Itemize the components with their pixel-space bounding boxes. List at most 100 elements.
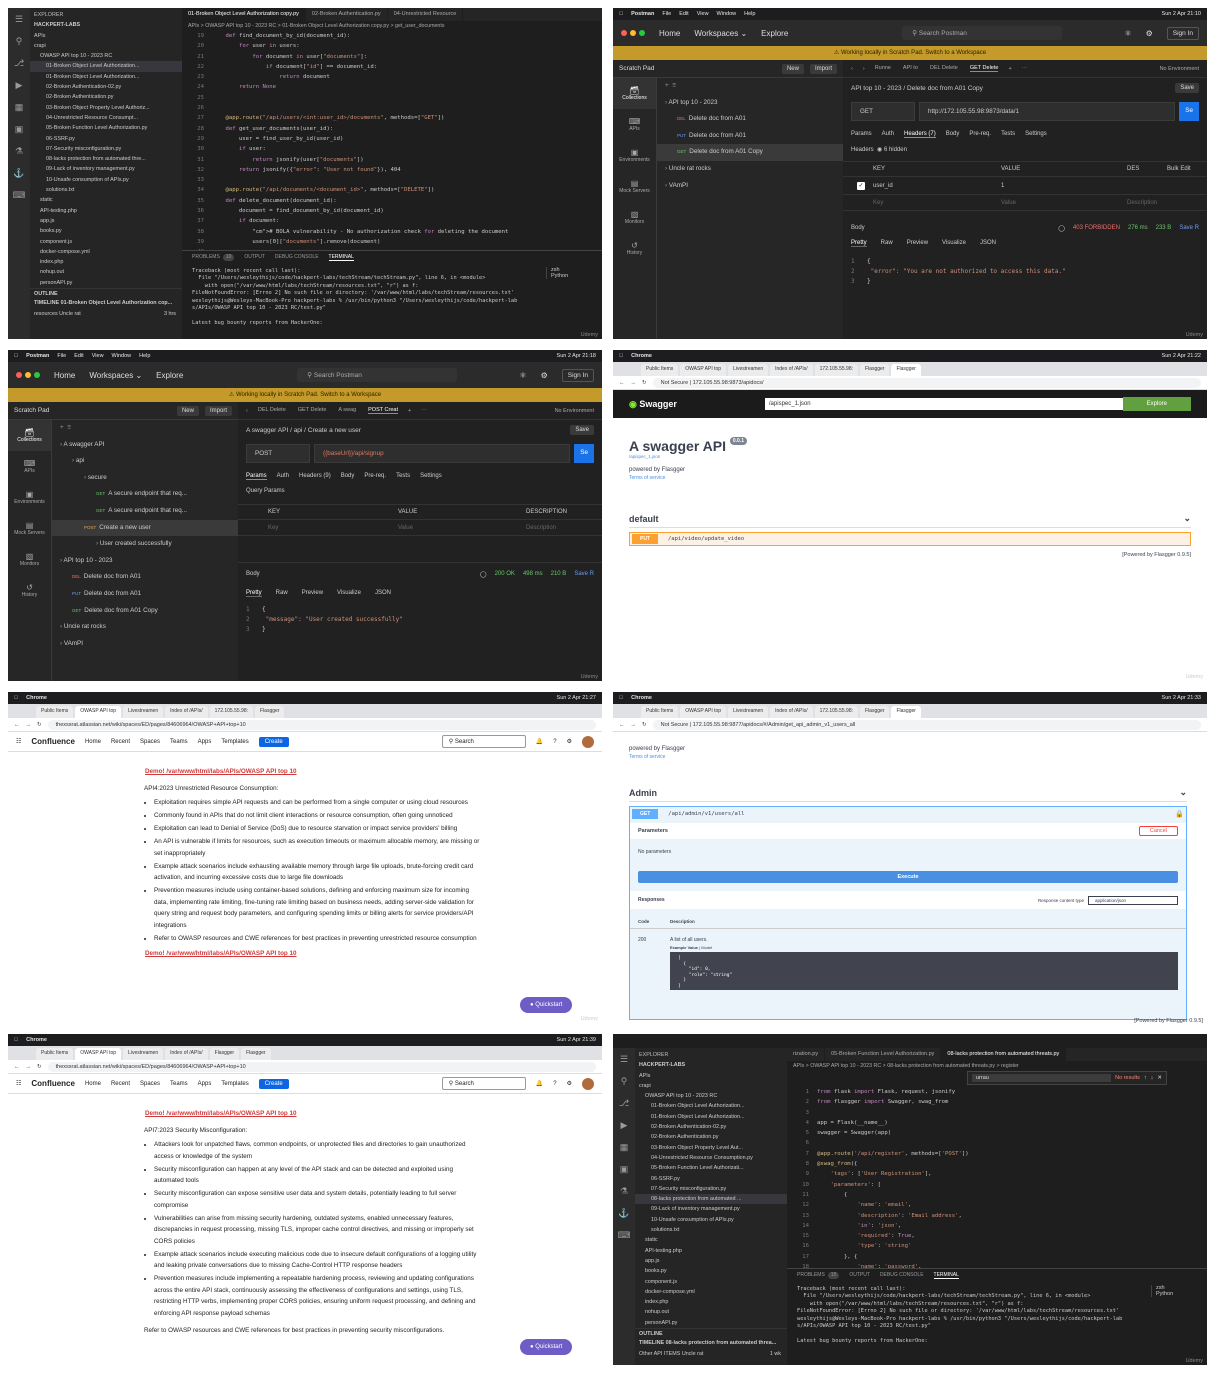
method-select[interactable]: GET: [851, 102, 915, 121]
run-icon[interactable]: ▶: [8, 74, 30, 96]
nav-templates[interactable]: Templates: [221, 739, 248, 745]
editor-tab[interactable]: 05-Broken Function Level Authorization.p…: [825, 1048, 942, 1061]
search-postman[interactable]: ⚲ Search Postman: [902, 26, 1063, 40]
more-icon[interactable]: ⋯: [421, 408, 427, 414]
save-response-button[interactable]: Save R: [574, 571, 594, 578]
app-menu[interactable]: Postman: [26, 353, 49, 359]
window-controls[interactable]: [16, 372, 40, 378]
workspace-banner[interactable]: ⚠ Working locally in Scratch Pad. Switch…: [613, 46, 1207, 60]
files-icon[interactable]: ☰: [8, 8, 30, 30]
code-line[interactable]: 24 return None: [182, 82, 602, 92]
tab-pretty[interactable]: Pretty: [851, 240, 867, 247]
code-line[interactable]: 8 @swag_from({: [787, 1159, 1207, 1169]
timeline-section[interactable]: TIMELINE 01-Broken Object Level Authoriz…: [30, 298, 182, 308]
browser-tab[interactable]: 172.105.55.98:: [209, 706, 254, 718]
code-line[interactable]: 7 @app.route('/api/register', methods=['P…: [787, 1149, 1207, 1159]
tree-item[interactable]: docker-compose.yml: [30, 247, 182, 257]
workspace-banner[interactable]: ⚠ Working locally in Scratch Pad. Switch…: [8, 388, 602, 402]
tree-item[interactable]: 06-SSRF.py: [635, 1174, 787, 1184]
browser-tab[interactable]: Index of /APIs/: [770, 706, 813, 718]
browser-tab[interactable]: Public Items: [641, 706, 679, 718]
tree-item[interactable]: 08-lacks protection from automated ...: [635, 1194, 787, 1205]
tree-item[interactable]: GET A secure endpoint that req...: [52, 503, 238, 520]
forward-icon[interactable]: →: [26, 1064, 32, 1070]
tree-item[interactable]: 02-Broken Authentication.py: [635, 1132, 787, 1142]
code-line[interactable]: 12 'name': 'email',: [787, 1200, 1207, 1210]
tab-del-delete[interactable]: DEL Delete: [258, 407, 286, 414]
code-line[interactable]: 9 'tags': ['User Registration'],: [787, 1169, 1207, 1179]
tree-item[interactable]: 09-Lack of inventory management.py: [635, 1204, 787, 1214]
tree-item[interactable]: 03-Broken Object Property Level Aut...: [635, 1143, 787, 1153]
panel-tab[interactable]: PROBLEMS: [797, 1272, 825, 1279]
tab-params[interactable]: Params: [246, 473, 267, 480]
terms-link[interactable]: Terms of service: [629, 475, 747, 481]
tree-item[interactable]: 02-Broken Authentication-02.py: [635, 1122, 787, 1132]
tab-get-delete[interactable]: GET Delete: [298, 407, 327, 414]
app-menu[interactable]: Chrome: [631, 353, 652, 359]
rail-environments[interactable]: ▣ Environments: [8, 482, 51, 513]
forward-icon[interactable]: →: [26, 722, 32, 728]
menu-file[interactable]: File: [662, 11, 671, 17]
remote-icon[interactable]: ▣: [613, 1158, 635, 1180]
url-field[interactable]: thexssrat.atlassian.net/wiki/spaces/ED/p…: [47, 719, 596, 730]
extensions-icon[interactable]: ▦: [613, 1136, 635, 1158]
browser-tab[interactable]: Livestreamen: [123, 1048, 164, 1060]
terms-link[interactable]: Terms of service: [629, 754, 685, 760]
source-control-icon[interactable]: ⎇: [8, 52, 30, 74]
url-field[interactable]: Not Secure | 172.105.55.98:9877/apidocs/…: [652, 719, 1201, 730]
demo-link[interactable]: Demo! /var/www/html/labs/APIs/OWASP API …: [145, 948, 484, 960]
code-line[interactable]: 6: [787, 1138, 1207, 1148]
apple-icon[interactable]: : [619, 11, 623, 17]
settings-icon[interactable]: ⚙: [541, 371, 548, 380]
quickstart-button[interactable]: ● Quickstart: [520, 997, 573, 1013]
back-icon[interactable]: ←: [619, 380, 625, 386]
header-key[interactable]: user_id: [873, 183, 1001, 189]
editor-tab[interactable]: 08-lacks protection from automated threa…: [941, 1048, 1067, 1061]
panel-tab[interactable]: PROBLEMS: [192, 254, 220, 261]
tab-headers-[interactable]: Headers (9): [299, 473, 331, 480]
environment-select[interactable]: No Environment: [555, 408, 602, 414]
create-button[interactable]: Create: [258, 736, 289, 747]
tree-item[interactable]: component.js: [30, 237, 182, 247]
spec-link[interactable]: /apispec_1.json: [629, 454, 747, 459]
settings-icon[interactable]: ⚙: [1146, 29, 1153, 38]
tab-pre-req-[interactable]: Pre-req.: [969, 131, 991, 138]
browser-tab[interactable]: Flasgger: [209, 1048, 240, 1060]
nav-home[interactable]: Home: [659, 29, 680, 38]
browser-tab[interactable]: OWASP API top: [680, 364, 727, 376]
code-line[interactable]: 30 if user:: [182, 144, 602, 154]
tree-item[interactable]: API-testing.php: [30, 206, 182, 216]
status-code[interactable]: 403 FORBIDDEN: [1073, 225, 1120, 232]
forward-icon[interactable]: →: [631, 722, 637, 728]
tree-item[interactable]: personAPI.py: [30, 278, 182, 288]
panel-tab[interactable]: DEBUG CONSOLE: [880, 1272, 924, 1279]
code-line[interactable]: 11 {: [787, 1190, 1207, 1200]
code-line[interactable]: 13 'description': 'Email address',: [787, 1211, 1207, 1221]
cancel-button[interactable]: Cancel: [1138, 826, 1178, 836]
avatar[interactable]: [582, 1077, 594, 1090]
shell-python[interactable]: Python: [1156, 1291, 1203, 1297]
code-line[interactable]: 23 return document: [182, 72, 602, 82]
tag-section[interactable]: default ⌄: [629, 510, 1191, 528]
tree-item[interactable]: nohup.out: [635, 1307, 787, 1317]
rail-mock-servers[interactable]: ▤ Mock Servers: [613, 171, 656, 202]
tab-pre-req-[interactable]: Pre-req.: [364, 473, 386, 480]
code-line[interactable]: 36 document = find_document_by_id(docume…: [182, 206, 602, 216]
workspace-root[interactable]: HACKPERT-LABS: [30, 20, 182, 30]
nav-recent[interactable]: Recent: [111, 739, 130, 745]
tree-item[interactable]: 01-Broken Object Level Authorization...: [635, 1112, 787, 1122]
checkbox[interactable]: ✓: [857, 181, 865, 190]
tree-item[interactable]: API-testing.php: [635, 1246, 787, 1256]
operation-put[interactable]: PUT /api/video/update_video: [629, 532, 1191, 546]
tree-item[interactable]: PUT Delete doc from A01: [657, 128, 843, 145]
code-line[interactable]: 32 return jsonify({"error": "User not fo…: [182, 165, 602, 175]
outline-section[interactable]: OUTLINE: [635, 1328, 787, 1338]
code-line[interactable]: 31 return jsonify(user["documents"]): [182, 155, 602, 165]
execute-button[interactable]: Execute: [638, 871, 1178, 883]
notifications-icon[interactable]: 🔔: [536, 1080, 543, 1087]
close-icon[interactable]: ✕: [1157, 1075, 1162, 1081]
nav-apps[interactable]: Apps: [198, 1081, 212, 1087]
tab-pretty[interactable]: Pretty: [246, 590, 262, 597]
tab-preview[interactable]: Preview: [302, 590, 323, 597]
tree-item[interactable]: books.py: [30, 226, 182, 236]
